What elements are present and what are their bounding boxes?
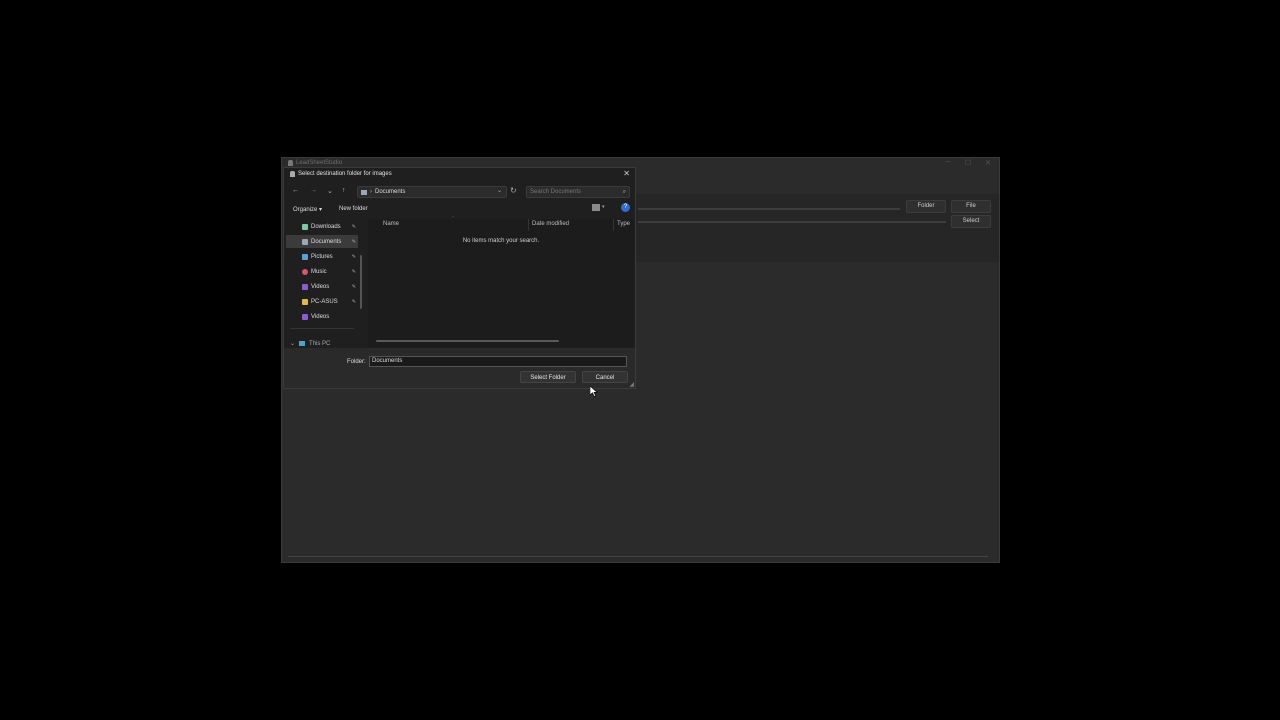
minimize-icon[interactable]: ─ (946, 159, 951, 167)
cancel-button[interactable]: Cancel (582, 371, 628, 383)
dialog-title: Select destination folder for images (298, 171, 392, 177)
breadcrumb-separator: › (370, 189, 372, 195)
computer-icon (299, 341, 306, 346)
address-bar[interactable]: › Documents ⌄ (357, 186, 507, 198)
nav-item-pc-asus[interactable]: PC-ASUS ✎ (286, 295, 358, 308)
app-file-button[interactable]: File (951, 200, 991, 213)
close-icon[interactable]: ✕ (985, 159, 991, 167)
nav-item-label: Music (311, 268, 327, 275)
app-folder-button[interactable]: Folder (906, 200, 946, 213)
dialog-footer: Folder: Documents Select Folder Cancel ◢ (284, 348, 635, 388)
resize-grip-icon[interactable]: ◢ (629, 381, 634, 388)
navigation-pane: Downloads ✎ Documents ✎ Pictures ✎ Music… (284, 219, 364, 349)
up-arrow-icon[interactable]: ↑ (342, 187, 346, 194)
music-icon (302, 268, 308, 275)
nav-item-videos[interactable]: Videos ✎ (286, 280, 358, 293)
forward-arrow-icon[interactable]: → (310, 187, 317, 194)
nav-item-this-pc[interactable]: ⌄ This PC (290, 340, 331, 348)
chevron-down-icon[interactable]: ⌄ (497, 187, 502, 194)
column-header-name[interactable]: Name (383, 221, 399, 227)
app-title: LeadSheetStudio (296, 160, 343, 166)
pin-icon: ✎ (351, 298, 356, 305)
folder-icon (302, 298, 308, 305)
mouse-cursor-icon (590, 386, 598, 397)
view-options-icon[interactable] (592, 204, 600, 211)
dialog-toolbar: Organize ▾ New folder ▾ ? (284, 203, 635, 217)
search-icon: ⌕ (622, 189, 626, 195)
pin-icon: ✎ (351, 283, 356, 290)
empty-results-message: No items match your search. (462, 238, 540, 244)
app-input-line-2 (638, 221, 946, 223)
file-list-pane[interactable]: Name ^ Date modified Type No items match… (368, 214, 634, 347)
nav-item-label: Videos (311, 313, 330, 320)
organize-button[interactable]: Organize ▾ (293, 206, 322, 213)
nav-item-label: Videos (311, 283, 330, 290)
column-header-date-modified[interactable]: Date modified (532, 221, 569, 227)
folder-icon (361, 189, 367, 195)
videos-icon (302, 313, 308, 320)
refresh-icon[interactable]: ↻ (510, 186, 517, 195)
app-select-button[interactable]: Select (951, 215, 991, 228)
column-header-type[interactable]: Type (617, 221, 630, 227)
nav-item-downloads[interactable]: Downloads ✎ (286, 220, 358, 233)
column-divider[interactable] (613, 219, 614, 231)
chevron-down-icon[interactable]: ⌄ (290, 340, 295, 347)
folder-field-label: Folder: (347, 359, 366, 365)
folder-name-input[interactable]: Documents (369, 356, 627, 367)
document-icon (302, 238, 308, 245)
app-title-bar: LeadSheetStudio (288, 160, 342, 166)
nav-item-music[interactable]: Music ✎ (286, 265, 358, 278)
nav-item-label: PC-ASUS (311, 298, 338, 305)
nav-item-label: Documents (311, 238, 342, 245)
pin-icon: ✎ (351, 253, 356, 260)
help-icon[interactable]: ? (621, 203, 630, 212)
sort-caret-icon: ^ (452, 214, 454, 219)
nav-item-pictures[interactable]: Pictures ✎ (286, 250, 358, 263)
breadcrumb-documents[interactable]: Documents (375, 189, 405, 195)
chevron-down-icon[interactable]: ▾ (602, 204, 605, 210)
app-progress-track (288, 556, 988, 557)
pin-icon: ✎ (351, 238, 356, 245)
nav-item-videos-2[interactable]: Videos (286, 310, 358, 323)
select-folder-button[interactable]: Select Folder (520, 371, 576, 383)
app-window-controls: ─ ☐ ✕ (946, 159, 991, 167)
pin-icon: ✎ (351, 268, 356, 275)
videos-icon (302, 283, 308, 290)
column-divider[interactable] (528, 219, 529, 231)
pin-icon: ✎ (351, 223, 356, 230)
nav-item-documents[interactable]: Documents ✎ (286, 235, 358, 248)
search-placeholder: Search Documents (530, 189, 582, 195)
app-input-line-1 (638, 208, 900, 210)
nav-pane-scrollbar[interactable] (360, 255, 362, 309)
dialog-title-bar: Select destination folder for images (290, 171, 392, 177)
pictures-icon (302, 253, 308, 260)
app-logo-icon (288, 160, 293, 166)
nav-item-label: This PC (309, 340, 331, 347)
nav-item-label: Downloads (311, 223, 341, 230)
dialog-close-icon[interactable]: ✕ (623, 169, 630, 178)
maximize-icon[interactable]: ☐ (965, 159, 971, 167)
recent-locations-icon[interactable]: ⌄ (327, 187, 333, 195)
app-logo-icon (290, 171, 295, 177)
nav-item-label: Pictures (311, 253, 333, 260)
horizontal-scrollbar[interactable] (376, 340, 559, 342)
download-icon (302, 223, 308, 230)
new-folder-button[interactable]: New folder (339, 206, 368, 212)
back-arrow-icon[interactable]: ← (292, 187, 299, 194)
nav-divider (290, 328, 354, 329)
select-folder-dialog: Select destination folder for images ✕ ←… (283, 167, 636, 389)
search-input[interactable]: Search Documents ⌕ (526, 186, 630, 198)
